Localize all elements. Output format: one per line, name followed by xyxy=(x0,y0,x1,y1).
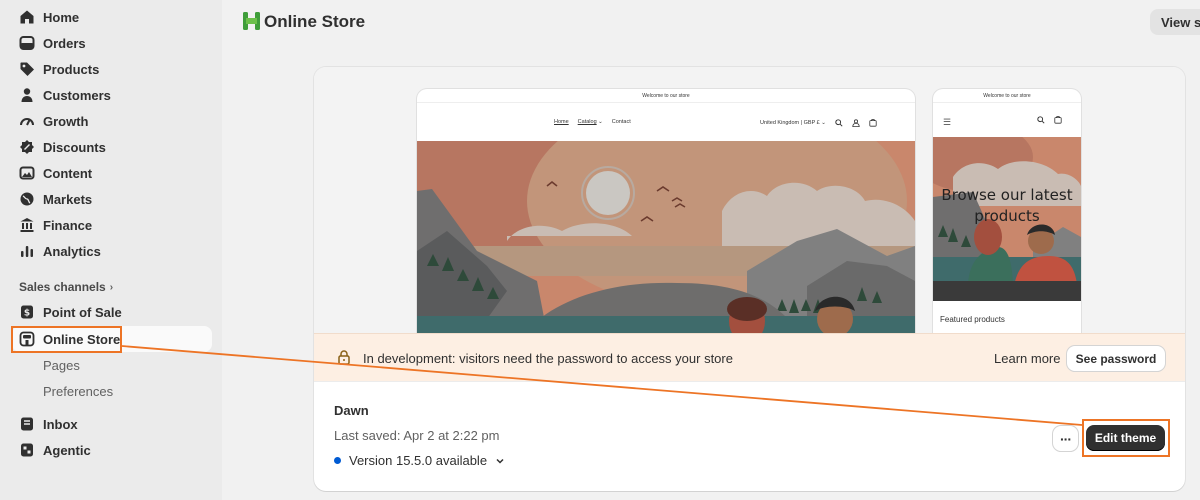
announcement-bar: Welcome to our store xyxy=(417,89,915,103)
tag-icon xyxy=(18,60,36,78)
bank-icon xyxy=(18,216,36,234)
sidebar-item-point-of-sale[interactable]: $ Point of Sale xyxy=(12,299,212,325)
last-saved-text: Last saved: Apr 2 at 2:22 pm xyxy=(334,428,500,443)
bar-chart-icon xyxy=(18,242,36,260)
sidebar-item-label: Point of Sale xyxy=(43,304,122,320)
theme-preview[interactable]: Welcome to our store Home Catalog ⌄ Cont… xyxy=(314,67,1185,333)
theme-name: Dawn xyxy=(334,403,369,418)
sidebar-item-agentic[interactable]: Agentic xyxy=(12,437,212,463)
hero-illustration xyxy=(417,141,915,333)
sidebar-item-customers[interactable]: Customers xyxy=(12,82,212,108)
sales-channels-label: Sales channels xyxy=(19,280,106,294)
search-icon xyxy=(835,119,843,127)
sidebar-item-inbox[interactable]: Inbox xyxy=(12,411,212,437)
edit-theme-highlight xyxy=(1082,419,1170,457)
menu-icon: ☰ xyxy=(943,117,952,127)
cart-icon xyxy=(869,119,877,127)
banner-message: In development: visitors need the passwo… xyxy=(363,351,733,366)
mobile-preview: Welcome to our store ☰ Browse our latest… xyxy=(933,89,1081,333)
version-label: Version 15.5.0 available xyxy=(349,453,488,468)
see-password-button[interactable]: See password xyxy=(1067,346,1165,371)
sidebar-item-label: Home xyxy=(43,9,80,25)
sidebar-item-markets[interactable]: Markets xyxy=(12,186,212,212)
store-nav-contact: Contact xyxy=(611,119,631,125)
sidebar-subitem-pages[interactable]: Pages xyxy=(43,358,80,373)
view-store-button[interactable]: View st xyxy=(1150,9,1200,35)
gauge-icon xyxy=(18,112,36,130)
sidebar-item-label: Finance xyxy=(43,217,93,233)
sales-channels-header[interactable]: Sales channels › xyxy=(19,280,113,294)
mobile-nav: ☰ xyxy=(933,103,1081,137)
store-nav: Home Catalog ⌄ Contact United Kingdom | … xyxy=(417,103,915,141)
sidebar-item-home[interactable]: Home xyxy=(12,4,212,30)
pos-icon: $ xyxy=(18,303,36,321)
version-status-dot xyxy=(334,457,341,464)
sidebar-item-label: Orders xyxy=(43,35,86,51)
sidebar: Home Orders Products Customers Growth Di… xyxy=(0,0,222,500)
svg-text:$: $ xyxy=(24,309,30,319)
sidebar-item-label: Products xyxy=(43,61,100,77)
sidebar-item-label: Inbox xyxy=(43,416,78,432)
featured-products-heading: Featured products xyxy=(940,315,1005,324)
sidebar-item-analytics[interactable]: Analytics xyxy=(12,238,212,264)
version-available-dropdown[interactable]: Version 15.5.0 available xyxy=(334,453,505,468)
sidebar-item-products[interactable]: Products xyxy=(12,56,212,82)
sidebar-item-label: Analytics xyxy=(43,243,101,259)
orders-icon xyxy=(18,34,36,52)
desktop-preview: Welcome to our store Home Catalog ⌄ Cont… xyxy=(417,89,915,333)
mobile-hero-heading: Browse our latest products xyxy=(941,186,1073,225)
sidebar-item-label: Discounts xyxy=(43,139,106,155)
sidebar-item-content[interactable]: Content xyxy=(12,160,212,186)
sidebar-item-growth[interactable]: Growth xyxy=(12,108,212,134)
sidebar-subitem-preferences[interactable]: Preferences xyxy=(43,384,113,399)
chevron-down-icon xyxy=(496,458,504,464)
sidebar-item-label: Customers xyxy=(43,87,111,103)
learn-more-link[interactable]: Learn more xyxy=(994,351,1060,366)
online-store-highlight xyxy=(11,326,122,353)
image-icon xyxy=(18,164,36,182)
mobile-announcement-bar: Welcome to our store xyxy=(933,89,1081,103)
mobile-search-icon xyxy=(1037,116,1045,124)
lock-icon xyxy=(338,350,350,365)
account-icon xyxy=(852,119,860,127)
page-title: Online Store xyxy=(264,12,366,31)
discount-icon xyxy=(18,138,36,156)
mobile-cart-icon xyxy=(1054,116,1062,124)
more-actions-button[interactable]: ··· xyxy=(1053,426,1078,451)
sidebar-item-label: Growth xyxy=(43,113,89,129)
home-icon xyxy=(18,8,36,26)
person-icon xyxy=(18,86,36,104)
sidebar-item-finance[interactable]: Finance xyxy=(12,212,212,238)
sidebar-item-discounts[interactable]: Discounts xyxy=(12,134,212,160)
inbox-icon xyxy=(18,415,36,433)
globe-icon xyxy=(18,190,36,208)
store-nav-catalog: Catalog ⌄ xyxy=(577,119,603,125)
sidebar-item-label: Agentic xyxy=(43,442,91,458)
online-store-logo-icon xyxy=(243,12,260,30)
sidebar-item-label: Content xyxy=(43,165,93,181)
chevron-right-icon: › xyxy=(109,281,114,293)
store-nav-home: Home xyxy=(554,119,569,125)
agentic-icon xyxy=(18,441,36,459)
sidebar-item-label: Markets xyxy=(43,191,93,207)
locale-selector: United Kingdom | GBP £ ⌄ xyxy=(760,120,826,126)
sidebar-item-orders[interactable]: Orders xyxy=(12,30,212,56)
theme-card: Welcome to our store Home Catalog ⌄ Cont… xyxy=(314,67,1185,491)
development-banner: In development: visitors need the passwo… xyxy=(314,333,1185,382)
